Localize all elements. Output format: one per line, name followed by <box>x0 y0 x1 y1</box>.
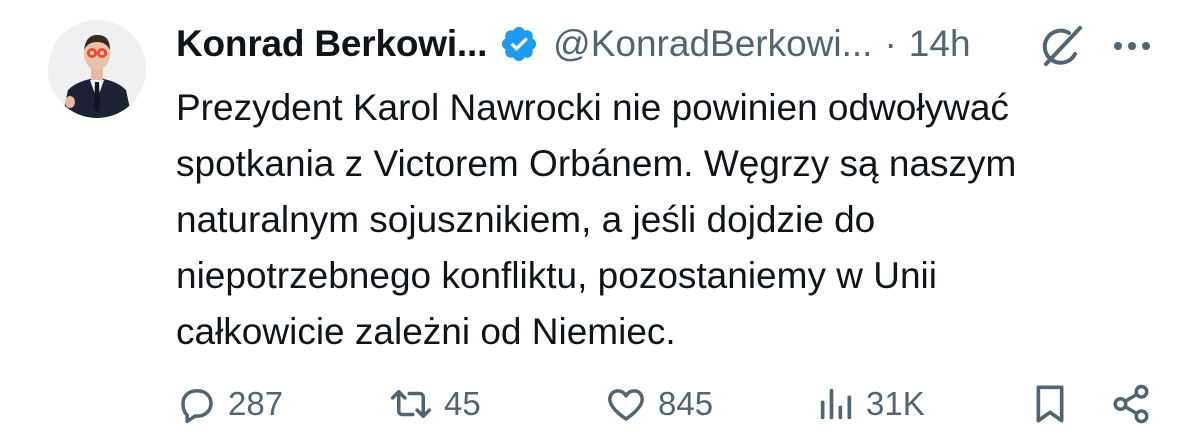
views-count: 31K <box>866 385 925 422</box>
share-button[interactable] <box>1110 372 1152 436</box>
separator-dot: · <box>884 23 897 64</box>
bookmark-icon <box>1036 385 1064 423</box>
bookmark-button[interactable] <box>1030 372 1070 436</box>
tweet-text: Prezydent Karol Nawrocki nie powinien od… <box>176 87 1017 352</box>
reply-button[interactable]: 287 <box>176 372 283 436</box>
avatar[interactable] <box>48 20 146 118</box>
repost-count: 45 <box>444 385 481 422</box>
share-icon <box>1113 384 1149 424</box>
author-name[interactable]: Konrad Berkowi... <box>176 23 487 65</box>
repost-arrows-icon <box>390 390 432 418</box>
action-bar: 287 45 845 31K <box>0 372 1200 436</box>
reply-count: 287 <box>228 385 284 422</box>
tweet-header: Konrad Berkowi... @KonradBerkowi... · 14… <box>176 18 1160 70</box>
like-count: 845 <box>658 385 714 422</box>
grok-icon <box>1042 26 1082 66</box>
more-dots-icon <box>1114 42 1150 50</box>
bar-chart-icon <box>820 388 852 420</box>
avatar-image <box>48 20 146 118</box>
repost-button[interactable]: 45 <box>388 372 481 436</box>
grok-button[interactable] <box>1036 24 1086 70</box>
heart-icon <box>608 389 644 421</box>
views-button[interactable]: 31K <box>816 372 925 436</box>
author-handle[interactable]: @KonradBerkowi... <box>553 23 872 65</box>
like-button[interactable]: 845 <box>604 372 713 436</box>
timestamp[interactable]: 14h <box>909 23 971 65</box>
more-button[interactable] <box>1108 26 1156 66</box>
speech-bubble-icon <box>181 389 213 424</box>
verified-badge-icon[interactable] <box>499 24 539 64</box>
